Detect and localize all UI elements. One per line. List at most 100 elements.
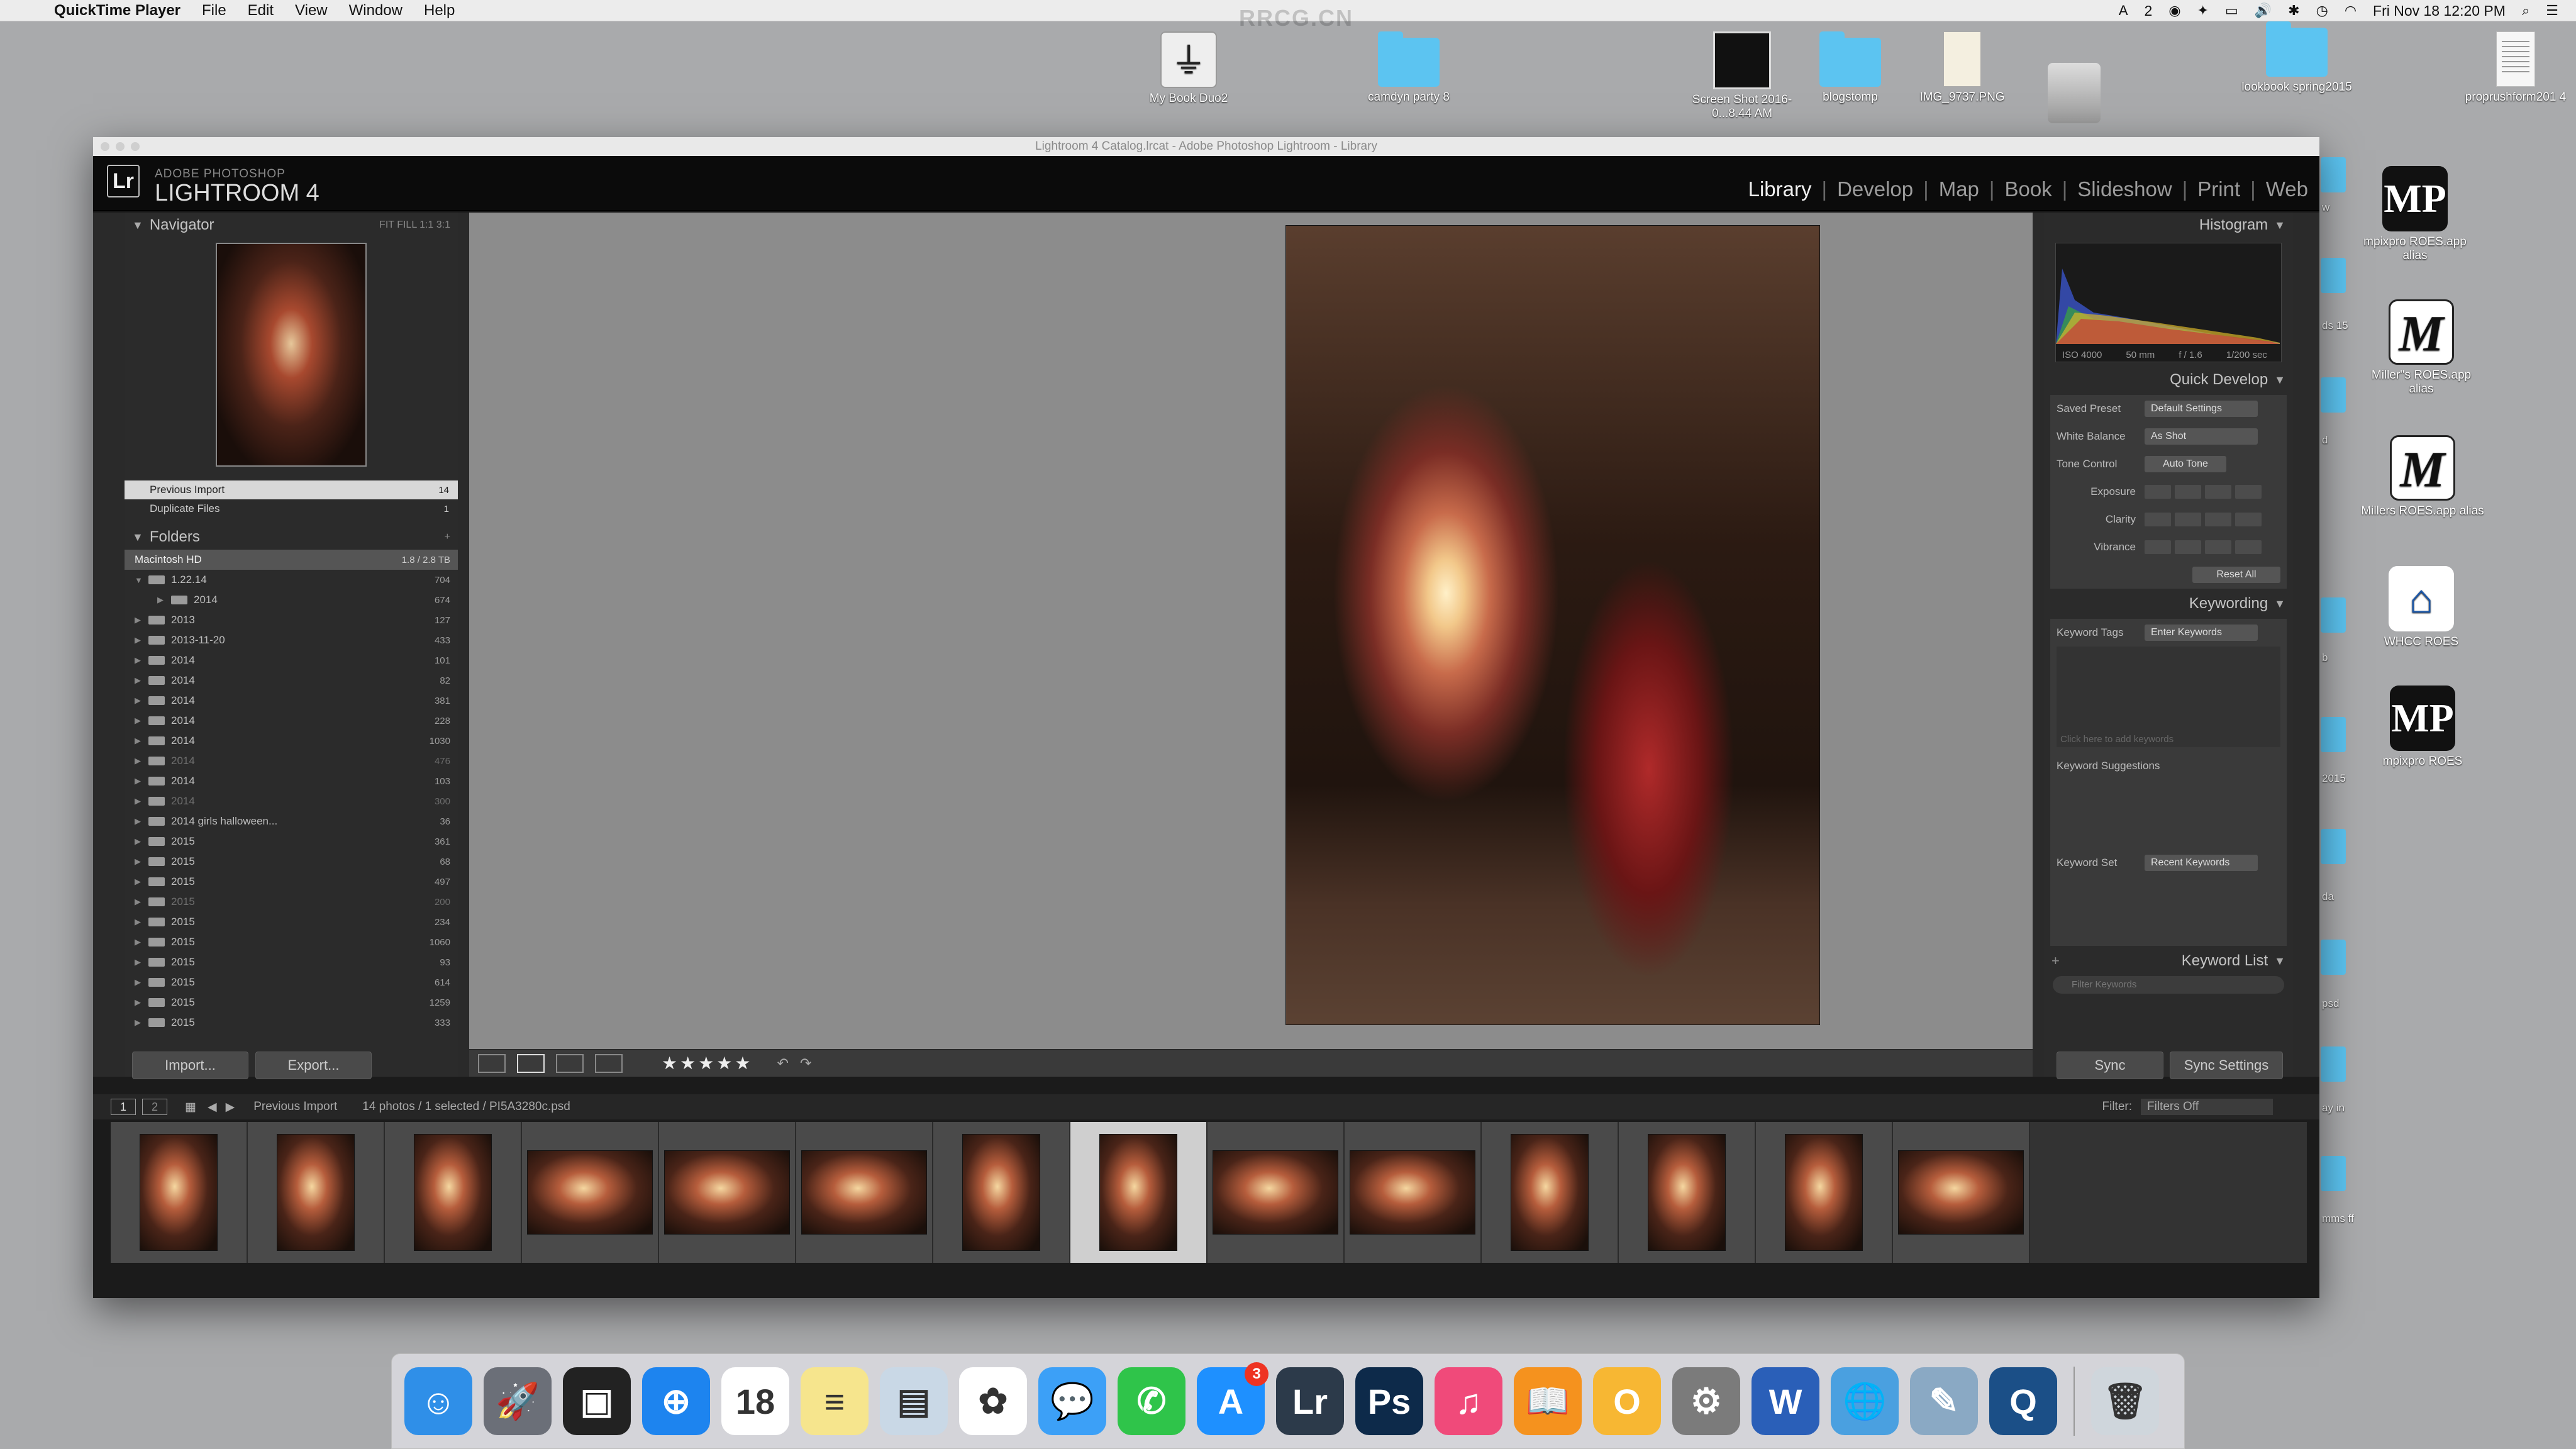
module-print[interactable]: Print — [2197, 177, 2240, 201]
navigator-zoom-options[interactable]: FIT FILL 1:1 3:1 — [379, 219, 450, 231]
main-photo[interactable] — [1285, 225, 1820, 1025]
utility-icon[interactable]: ✎ — [1910, 1367, 1978, 1435]
menu-edit[interactable]: Edit — [248, 2, 274, 19]
ibooks-icon[interactable]: 📖 — [1514, 1367, 1582, 1435]
adobe-icon[interactable]: A — [2119, 3, 2128, 19]
add-keyword-icon[interactable]: + — [2051, 953, 2060, 969]
folder-row[interactable]: ▶ 2015 333 — [125, 1013, 458, 1033]
loupe-view-icon[interactable] — [517, 1053, 545, 1073]
bluetooth-icon[interactable]: ✱ — [2288, 3, 2299, 19]
module-slideshow[interactable]: Slideshow — [2077, 177, 2172, 201]
folder-row[interactable]: ▶ 2014 674 — [125, 590, 458, 610]
partial-folder-icon[interactable] — [2321, 1046, 2346, 1082]
o-app-icon[interactable]: O — [1593, 1367, 1661, 1435]
sync-settings-button[interactable]: Sync Settings — [2170, 1052, 2283, 1079]
survey-view-icon[interactable] — [595, 1053, 623, 1073]
filmstrip-cell[interactable] — [111, 1122, 248, 1263]
disclosure-closed-icon[interactable]: ▶ — [135, 857, 148, 867]
filmstrip-cell[interactable] — [933, 1122, 1070, 1263]
keyword-suggestions-row[interactable]: Keyword Suggestions — [2050, 752, 2287, 780]
dropbox-icon[interactable]: ✦ — [2197, 3, 2209, 19]
module-develop[interactable]: Develop — [1837, 177, 1913, 201]
partial-folder-icon[interactable] — [2321, 829, 2346, 864]
catalog-duplicate-files[interactable]: Duplicate Files 1 — [125, 499, 458, 518]
desktop-icon-camdyn-party[interactable]: camdyn party 8 — [1346, 31, 1472, 104]
keyword-tags-select[interactable]: Enter Keywords — [2145, 625, 2258, 641]
folder-row[interactable]: ▶ 2014 228 — [125, 711, 458, 731]
menu-window[interactable]: Window — [349, 2, 402, 19]
record-icon[interactable]: ◉ — [2168, 3, 2180, 19]
module-map[interactable]: Map — [1939, 177, 1979, 201]
rotate-left-icon[interactable]: ↶ — [777, 1055, 789, 1072]
word-icon[interactable]: W — [1752, 1367, 1819, 1435]
disclosure-closed-icon[interactable]: ▶ — [135, 635, 148, 645]
app-store-icon[interactable]: A3 — [1197, 1362, 1269, 1435]
disclosure-closed-icon[interactable]: ▶ — [135, 877, 148, 887]
folder-row[interactable]: ▶ 2014 381 — [125, 691, 458, 711]
keyword-set-select[interactable]: Recent Keywords — [2145, 855, 2258, 871]
filmstrip-cell[interactable] — [522, 1122, 659, 1263]
compare-view-icon[interactable] — [556, 1053, 584, 1073]
folder-row[interactable]: ▶ 2015 1259 — [125, 992, 458, 1013]
photoshop-icon[interactable]: Ps — [1355, 1367, 1423, 1435]
rating-stars[interactable]: ★★★★★ — [662, 1053, 753, 1074]
desktop-icon-whcc-roes[interactable]: ⌂ WHCC ROES — [2358, 566, 2484, 649]
spotlight-icon[interactable]: ⌕ — [2522, 3, 2529, 19]
filmstrip-cell[interactable] — [1208, 1122, 1345, 1263]
zoom-button[interactable] — [131, 142, 140, 151]
primary-window-button[interactable]: 1 — [111, 1099, 136, 1115]
disclosure-closed-icon[interactable]: ▶ — [135, 977, 148, 987]
sync-button[interactable]: Sync — [2057, 1052, 2163, 1079]
trash-icon[interactable]: 🗑 — [2091, 1367, 2159, 1435]
network-icon[interactable]: 🌐 — [1831, 1367, 1899, 1435]
menu-help[interactable]: Help — [424, 2, 455, 19]
airplay-icon[interactable]: ▭ — [2225, 3, 2238, 19]
disclosure-closed-icon[interactable]: ▶ — [135, 937, 148, 947]
loupe-view[interactable] — [469, 213, 2033, 1077]
notes-icon[interactable]: ≡ — [801, 1367, 869, 1435]
add-folder-icon[interactable]: + — [445, 531, 450, 543]
messages-icon[interactable]: 💬 — [1038, 1367, 1106, 1435]
facetime-icon[interactable]: ✆ — [1118, 1367, 1185, 1435]
itunes-icon[interactable]: ♫ — [1435, 1367, 1502, 1435]
disclosure-closed-icon[interactable]: ▶ — [135, 897, 148, 907]
keyword-list-header[interactable]: + Keyword List ▼ — [2044, 948, 2293, 974]
disclosure-closed-icon[interactable]: ▶ — [135, 997, 148, 1008]
keyword-suggestions-grid[interactable] — [2050, 780, 2287, 849]
white-balance-select[interactable]: As Shot — [2145, 428, 2258, 445]
disclosure-closed-icon[interactable]: ▶ — [135, 776, 148, 786]
desktop-icon-proprushform[interactable]: proprushform201 4 — [2453, 31, 2576, 104]
catalog-previous-import[interactable]: Previous Import 14 — [125, 480, 458, 499]
disclosure-closed-icon[interactable]: ▶ — [135, 917, 148, 927]
desktop-icon-my-book-duo2[interactable]: ⏚ My Book Duo2 — [1126, 31, 1252, 106]
disclosure-closed-icon[interactable]: ▶ — [135, 655, 148, 665]
notification-center-icon[interactable]: ☰ — [2546, 3, 2558, 19]
preview-icon[interactable]: ▤ — [880, 1367, 948, 1435]
safari-icon[interactable]: ⊕ — [642, 1367, 710, 1435]
desktop-icon-img-9737[interactable]: IMG_9737.PNG — [1899, 31, 2025, 104]
secondary-window-button[interactable]: 2 — [142, 1099, 167, 1115]
forward-icon[interactable]: ▶ — [226, 1100, 235, 1114]
launchpad-icon[interactable]: 🚀 — [484, 1367, 552, 1435]
filmstrip-thumbnail[interactable] — [277, 1134, 355, 1251]
lightroom-icon[interactable]: Lr — [1276, 1367, 1344, 1435]
quicktime-icon[interactable]: Q — [1989, 1367, 2057, 1435]
filmstrip-cell[interactable] — [1619, 1122, 1756, 1263]
desktop-icon-mpixpro-roes[interactable]: MP mpixpro ROES — [2360, 686, 2485, 769]
filmstrip-thumbnail[interactable] — [140, 1134, 218, 1251]
folder-row[interactable]: ▶ 2015 200 — [125, 892, 458, 912]
vibrance-stepper[interactable] — [2145, 540, 2262, 554]
desktop-icon-blogstomp[interactable]: blogstomp — [1787, 31, 1913, 104]
histogram-header[interactable]: Histogram ▼ — [2044, 213, 2293, 238]
disclosure-open-icon[interactable]: ▼ — [135, 575, 148, 585]
module-web[interactable]: Web — [2266, 177, 2308, 201]
desktop-icon-lookbook[interactable]: lookbook spring2015 — [2234, 21, 2360, 94]
filmstrip-cell[interactable] — [1756, 1122, 1893, 1263]
folder-row[interactable]: ▶ 2015 93 — [125, 952, 458, 972]
filmstrip-thumbnail[interactable] — [801, 1150, 927, 1235]
folder-row[interactable]: ▶ 2015 361 — [125, 831, 458, 852]
wifi-icon[interactable]: ◠ — [2345, 3, 2357, 19]
disclosure-closed-icon[interactable]: ▶ — [135, 1018, 148, 1028]
filmstrip-thumbnail[interactable] — [1350, 1150, 1475, 1235]
folder-row[interactable]: ▶ 2015 1060 — [125, 932, 458, 952]
